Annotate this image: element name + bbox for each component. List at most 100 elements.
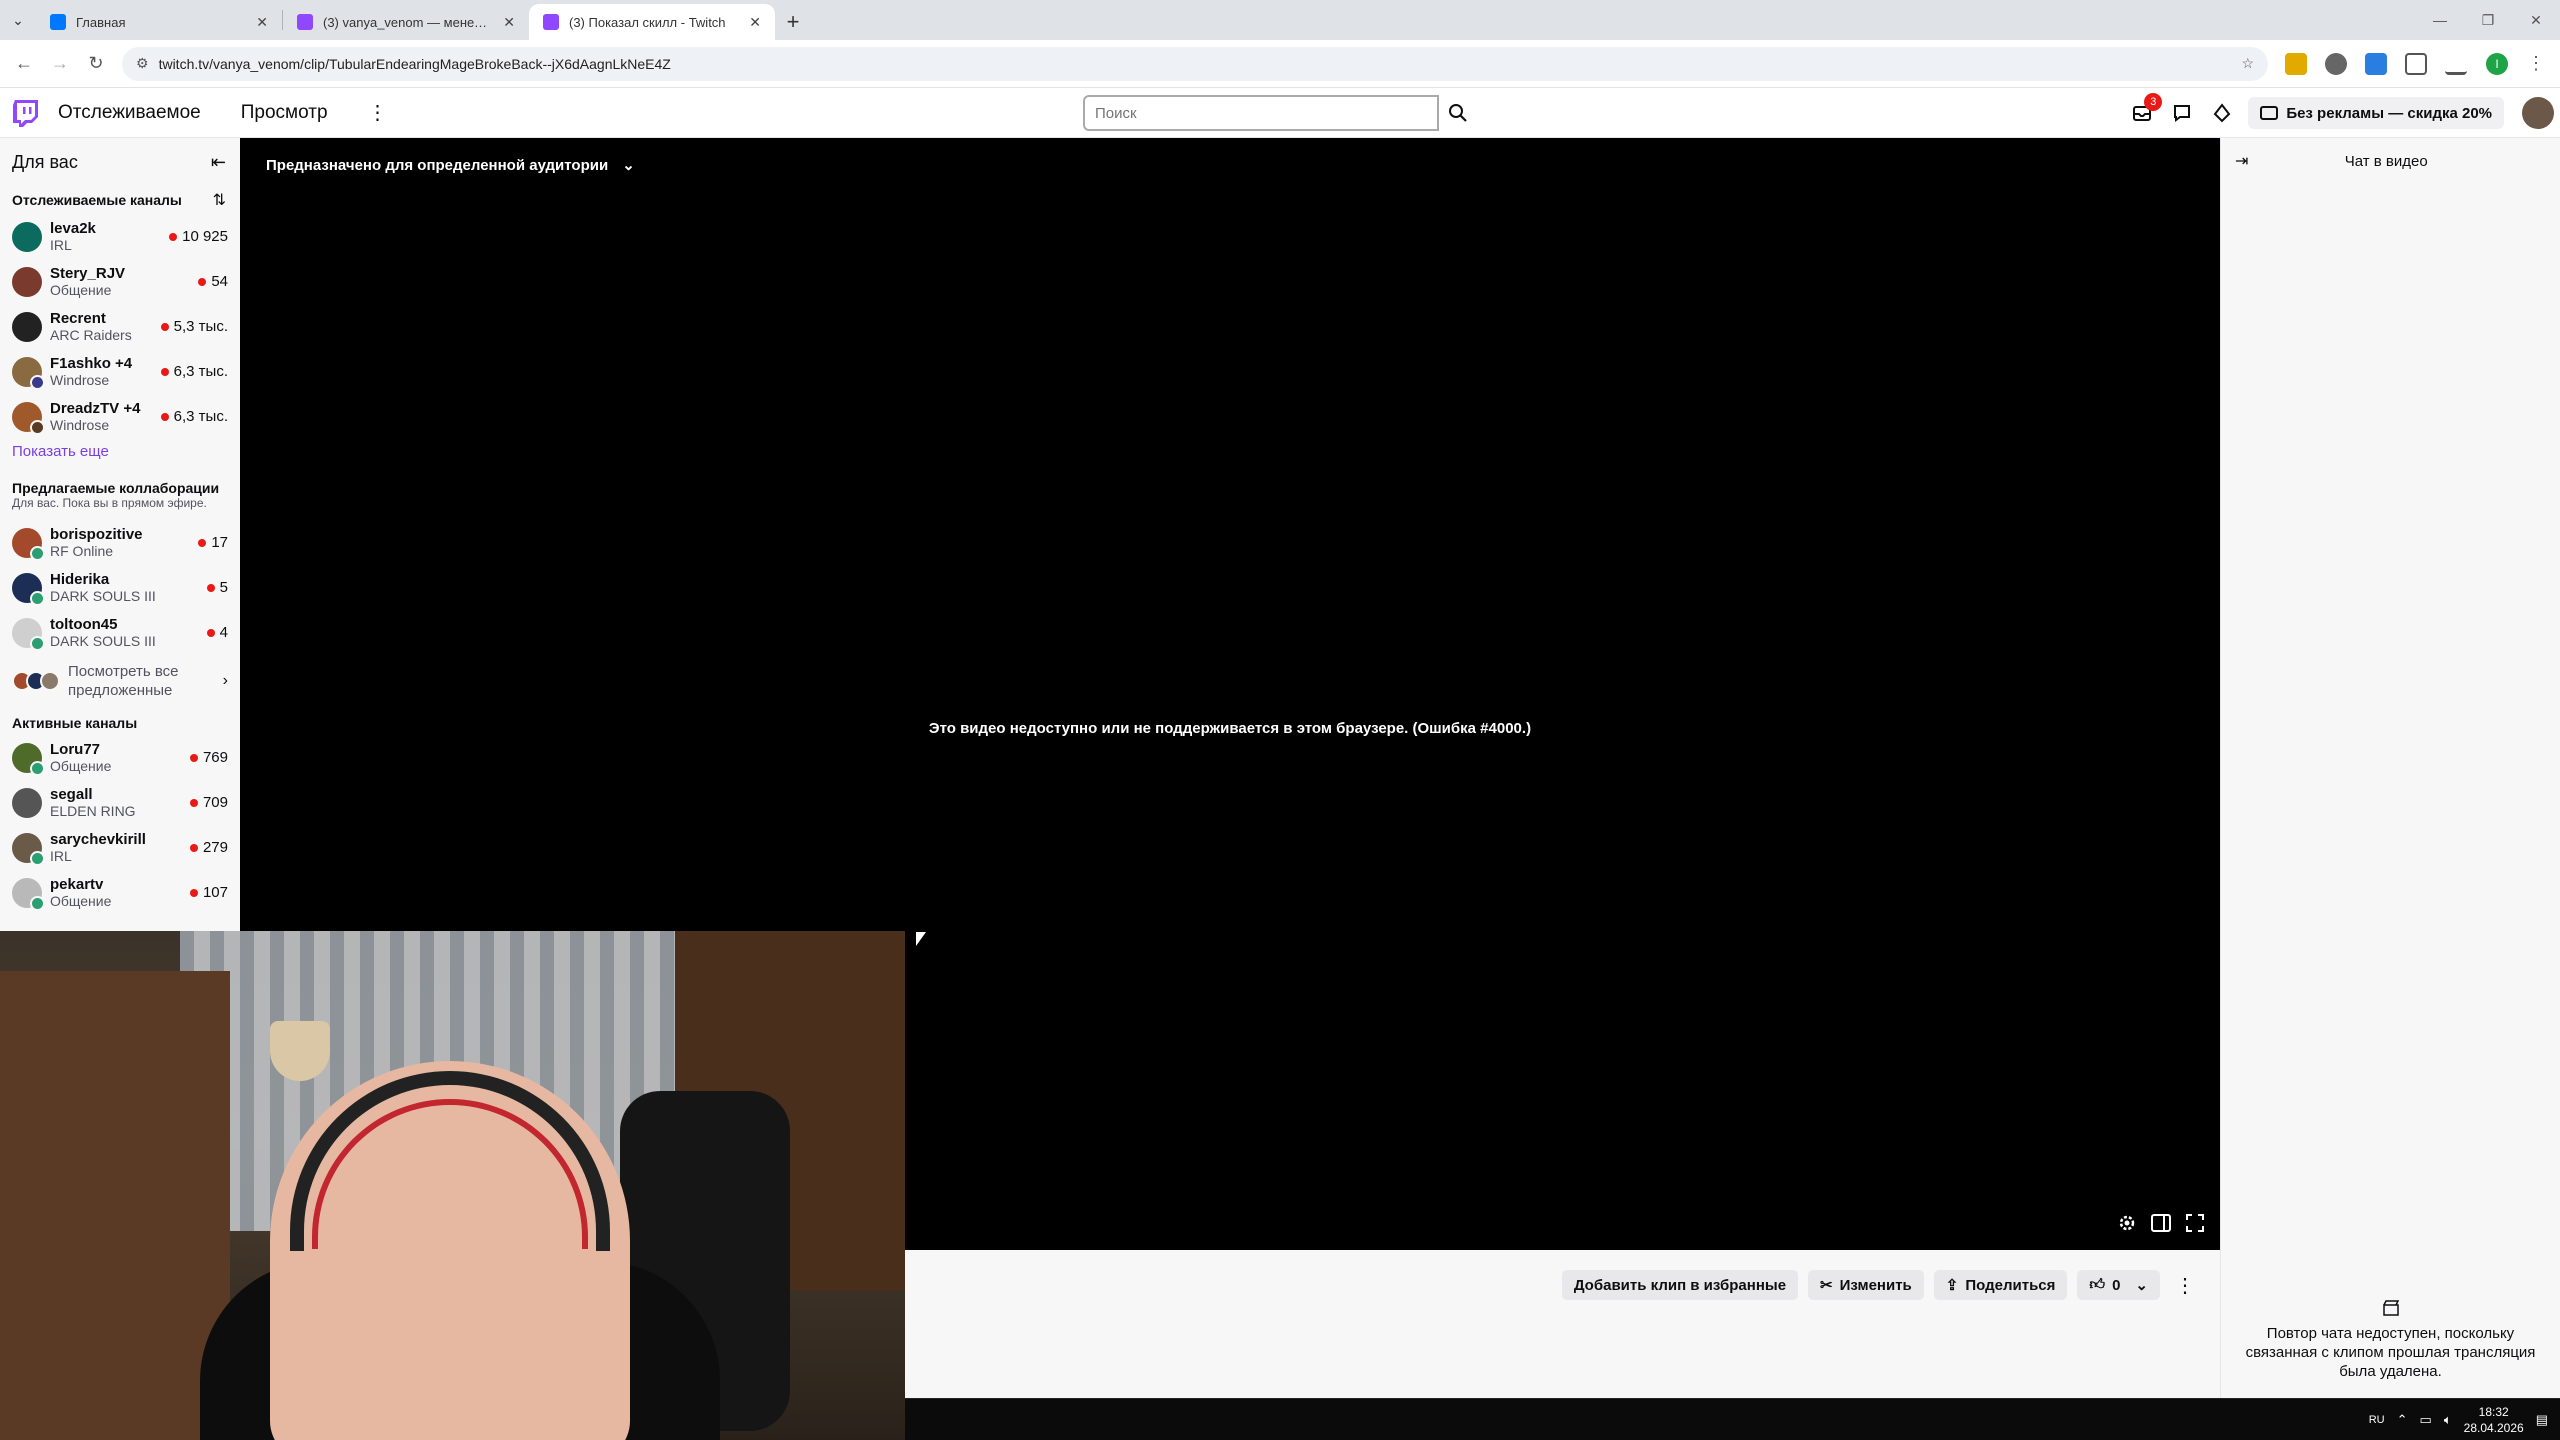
live-dot-icon <box>198 538 207 547</box>
like-button[interactable]: 👍︎ 0 ⌄ <box>2077 1270 2160 1300</box>
back-icon[interactable]: ← <box>8 48 40 80</box>
notifications-icon[interactable]: 3 <box>2128 93 2163 127</box>
browser-menu-icon[interactable]: ⋮ <box>2520 48 2552 80</box>
show-more-link[interactable]: Показать еще <box>0 439 240 476</box>
whispers-icon[interactable] <box>2168 99 2196 127</box>
extensions-puzzle-icon[interactable] <box>2405 52 2427 75</box>
viewer-count: 5,3 тыс. <box>160 318 228 335</box>
close-window-icon[interactable]: ✕ <box>2512 0 2560 40</box>
extension-icon[interactable] <box>2285 52 2307 75</box>
channel-item[interactable]: Recrent ARC Raiders 5,3 тыс. <box>0 304 240 349</box>
scissors-icon: ✂ <box>1820 1277 1833 1294</box>
address-bar[interactable]: ⚙ twitch.tv/vanya_venom/clip/TubularEnde… <box>122 46 2268 81</box>
profile-avatar[interactable]: I <box>2486 52 2508 75</box>
sidebar-header: Для вас ⇤ <box>0 138 240 186</box>
channel-game: Общение <box>50 892 112 909</box>
chat-bubble-icon <box>2174 105 2191 122</box>
live-dot-icon <box>189 843 198 852</box>
browser-tab-active[interactable]: (3) Показал скилл - Twitch ✕ <box>529 4 775 40</box>
nav-browse-link[interactable]: Просмотр <box>241 102 328 124</box>
edit-clip-button[interactable]: ✂ Изменить <box>1808 1270 1924 1300</box>
no-ads-button[interactable]: Без рекламы — скидка 20% <box>2248 97 2504 129</box>
theatre-mode-icon[interactable] <box>2150 1212 2172 1234</box>
collapse-sidebar-icon[interactable]: ⇤ <box>211 152 226 173</box>
see-all-collabs-button[interactable]: Посмотреть все предложенные › <box>0 655 240 707</box>
collab-subtitle: Для вас. Пока вы в прямом эфире. <box>12 496 207 510</box>
channel-item[interactable]: sarychevkirill IRL 279 <box>0 825 240 870</box>
search-button[interactable] <box>1439 95 1477 131</box>
channel-item[interactable]: Stery_RJV Общение 54 <box>0 259 240 304</box>
channel-game: ARC Raiders <box>50 326 132 343</box>
close-icon[interactable]: ✕ <box>256 14 268 31</box>
channel-avatar <box>12 877 45 911</box>
tab-title: (3) Показал скилл - Twitch <box>569 14 726 30</box>
channel-item[interactable]: leva2k IRL 10 925 <box>0 214 240 259</box>
viewer-count: 4 <box>206 624 228 641</box>
channel-name: segall <box>50 785 93 803</box>
fullscreen-icon[interactable] <box>2184 1212 2206 1234</box>
channel-item[interactable]: Loru77 Общение 769 <box>0 735 240 780</box>
search-input[interactable] <box>1083 95 1439 131</box>
reload-icon[interactable]: ↻ <box>80 48 112 80</box>
add-to-favorites-button[interactable]: Добавить клип в избранные <box>1561 1270 1799 1300</box>
tray-expand-icon[interactable]: ⌃ <box>2397 1412 2408 1428</box>
channel-game: RF Online <box>50 542 114 559</box>
webcam-cabinet-left <box>0 971 230 1440</box>
language-indicator[interactable]: RU <box>2369 1414 2385 1426</box>
channel-game: Общение <box>50 281 112 298</box>
search-bar <box>1083 95 1477 131</box>
extension-icon[interactable] <box>2325 52 2347 75</box>
tab-title: Главная <box>76 14 126 30</box>
url-text[interactable]: twitch.tv/vanya_venom/clip/TubularEndear… <box>159 56 2232 72</box>
clip-actions-row: Добавить клип в избранные ✂ Изменить ⇪ Под… <box>1561 1270 2200 1300</box>
volume-icon[interactable]: 🔈︎ <box>2444 1412 2452 1428</box>
network-icon[interactable]: ▭ <box>2420 1412 2432 1428</box>
user-avatar[interactable] <box>2522 97 2554 129</box>
os-taskbar: RU ⌃ ▭ 🔈︎ 18:32 28.04.2026 ▤ <box>905 1398 2560 1440</box>
bits-icon[interactable] <box>2208 99 2236 127</box>
channel-name: F1ashko +4 <box>50 354 133 372</box>
site-info-icon[interactable]: ⚙ <box>136 55 149 72</box>
channel-name: pekartv <box>50 875 104 893</box>
more-options-icon[interactable]: ⋮ <box>368 100 388 125</box>
close-icon[interactable]: ✕ <box>749 14 761 31</box>
new-tab-button[interactable]: + <box>775 4 811 40</box>
tab-search-button[interactable]: ⌄ <box>0 0 36 40</box>
channel-item[interactable]: F1ashko +4 Windrose 6,3 тыс. <box>0 349 240 394</box>
channel-avatar <box>12 832 45 866</box>
twitch-logo-icon[interactable] <box>10 98 40 128</box>
restore-icon[interactable]: ❐ <box>2464 0 2512 40</box>
more-options-icon[interactable]: ⋮ <box>2170 1270 2200 1300</box>
share-button[interactable]: ⇪ Поделиться <box>1933 1270 2068 1300</box>
clock-date: 28.04.2026 <box>2463 1421 2524 1435</box>
sort-icon[interactable]: ⇅ <box>213 190 226 210</box>
channel-name: DreadzTV +4 <box>50 399 141 417</box>
channel-item[interactable]: segall ELDEN RING 709 <box>0 780 240 825</box>
browser-tab[interactable]: (3) vanya_venom — менеджер ✕ <box>283 4 529 40</box>
close-icon[interactable]: ✕ <box>503 14 515 31</box>
chevron-right-icon: › <box>222 672 228 689</box>
audience-dropdown[interactable]: Предназначено для определенной аудитории… <box>266 156 635 175</box>
minimize-icon[interactable]: — <box>2416 0 2464 40</box>
notification-center-icon[interactable]: ▤ <box>2536 1412 2548 1428</box>
channel-item[interactable]: DreadzTV +4 Windrose 6,3 тыс. <box>0 394 240 439</box>
translate-extension-icon[interactable] <box>2365 52 2387 75</box>
settings-gear-icon[interactable] <box>2116 1212 2138 1234</box>
media-controls-icon[interactable] <box>2445 53 2467 75</box>
channel-item[interactable]: pekartv Общение 107 <box>0 870 240 915</box>
channel-item[interactable]: borispozitive RF Online 17 <box>0 520 240 565</box>
channel-item[interactable]: Hiderika DARK SOULS III 5 <box>0 565 240 610</box>
chat-unavailable-text: Повтор чата недоступен, поскольку связан… <box>2245 1325 2536 1380</box>
chevron-down-icon[interactable]: ⌄ <box>2135 1276 2148 1294</box>
viewer-count: 5 <box>206 579 228 596</box>
channel-item[interactable]: toltoon45 DARK SOULS III 4 <box>0 610 240 655</box>
followed-list: leva2k IRL 10 925 Stery_RJV Общение 54 Rec… <box>0 214 240 439</box>
clock[interactable]: 18:32 28.04.2026 <box>2464 1404 2524 1436</box>
nav-following-link[interactable]: Отслеживаемое <box>58 102 201 124</box>
collapse-chat-icon[interactable]: ⇥ <box>2235 151 2248 171</box>
player-error-message: Это видео недоступно или не поддерживает… <box>928 720 1532 737</box>
forward-icon[interactable]: → <box>44 48 76 80</box>
active-section-header: Активные каналы <box>0 711 240 735</box>
browser-tab[interactable]: Главная ✕ <box>36 4 282 40</box>
bookmark-star-icon[interactable]: ☆ <box>2241 55 2254 72</box>
